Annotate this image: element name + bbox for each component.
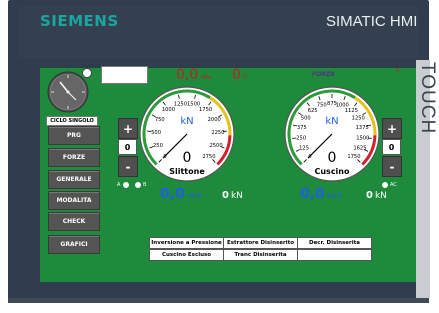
left-force-readout: 0 kN [222, 190, 243, 201]
gauge-slittone: 025050075010001250 1500175020002250250027… [139, 86, 235, 182]
gauge-cuscino-name: Cuscino [314, 167, 350, 176]
gauge-slittone-tick-label: 250 [153, 143, 163, 149]
status-tranc: Tranc Disinserita [223, 249, 298, 261]
menu-button-prg[interactable]: PRG [48, 126, 100, 145]
left-plus-button[interactable]: + [118, 118, 138, 139]
gauge-cuscino: 0125250375500625750 875100011251250137515… [284, 86, 380, 182]
gauge-slittone-tick-label: 2250 [211, 130, 224, 136]
status-cuscino-escluso: Cuscino Escluso [149, 249, 224, 261]
touch-label: TOUCH [417, 62, 438, 135]
menu-button-forze[interactable]: FORZE [48, 148, 100, 167]
menu-button-modalita[interactable]: MODALITA [48, 191, 100, 210]
gauge-cuscino-tick-label: 1625 [353, 145, 366, 151]
forza-label: FORZA [312, 71, 335, 78]
gauge-cuscino-tick-label: 750 [317, 103, 327, 109]
gauge-cuscino-tick-label: 375 [297, 125, 307, 131]
gauge-slittone-tick-label: 1000 [162, 107, 175, 113]
gauge-slittone-unit: kN [180, 116, 193, 127]
gauge-cuscino-tick-label: 1750 [347, 154, 360, 160]
left-position-readout: 0,0 mm [160, 186, 203, 202]
status-estrattore: Estrattore Disinserito [223, 237, 298, 249]
gauge-cuscino-tick-label: 250 [296, 135, 306, 141]
left-value-field[interactable]: 0 [118, 139, 137, 155]
gauge-slittone-name: Slittone [169, 167, 205, 176]
menu-button-grafici[interactable]: GRAFICI [48, 235, 100, 254]
right-minus-button[interactable]: - [382, 156, 402, 177]
blank-display-field[interactable] [101, 66, 148, 84]
status-decr: Decr. Disinserita [297, 237, 372, 249]
brand-logo: SIEMENS [40, 12, 119, 30]
gauge-slittone-tick-label: 750 [155, 117, 165, 123]
a-label: A [117, 182, 121, 188]
gauge-cuscino-tick-label: 1125 [345, 108, 358, 114]
gauge-slittone-tick-label: 500 [151, 130, 161, 136]
right-position-readout: 0,0 mm [300, 186, 343, 202]
gauge-slittone-tick-label: 2500 [209, 143, 222, 149]
gauge-cuscino-value: 0 [328, 150, 337, 166]
menu-button-check[interactable]: CHECK [48, 212, 100, 231]
gauge-cuscino-unit: kN [325, 116, 338, 127]
mode-label: CICLO SINGOLO [46, 116, 98, 126]
gauge-slittone-tick-label: 2750 [202, 154, 215, 160]
status-empty [297, 249, 372, 261]
ac-label: AC [390, 182, 397, 188]
gauge-cuscino-tick-label: 1375 [356, 125, 369, 131]
gauge-cuscino-tick-label: 1500 [356, 135, 369, 141]
gauge-cuscino-tick-label: 500 [301, 116, 311, 122]
gauge-slittone-tick-label: 1750 [199, 107, 212, 113]
gauge-slittone-tick-label: 1250 [174, 102, 187, 108]
gauge-slittone-tick-label: 2000 [208, 117, 221, 123]
marker-value: 0 [396, 68, 400, 74]
right-value-field[interactable]: 0 [382, 139, 401, 155]
menu-button-generale[interactable]: GENERALE [48, 170, 100, 189]
gauge-cuscino-tick-label: 1250 [352, 116, 365, 122]
gauge-slittone-value: 0 [183, 150, 192, 166]
status-led [82, 68, 92, 78]
temperature-readout: 0°C [232, 67, 248, 83]
right-plus-button[interactable]: + [382, 118, 402, 139]
right-force-readout: 0 kN [366, 190, 387, 201]
status-inversione: Inversione a Pressione [149, 237, 224, 249]
model-name: SIMATIC HMI [326, 13, 418, 30]
a-led [123, 182, 129, 188]
bezel-bottom [8, 298, 429, 303]
gauge-cuscino-tick-label: 125 [299, 145, 309, 151]
left-minus-button[interactable]: - [118, 156, 138, 177]
pressure-readout: 0,0 MPa [176, 67, 212, 83]
